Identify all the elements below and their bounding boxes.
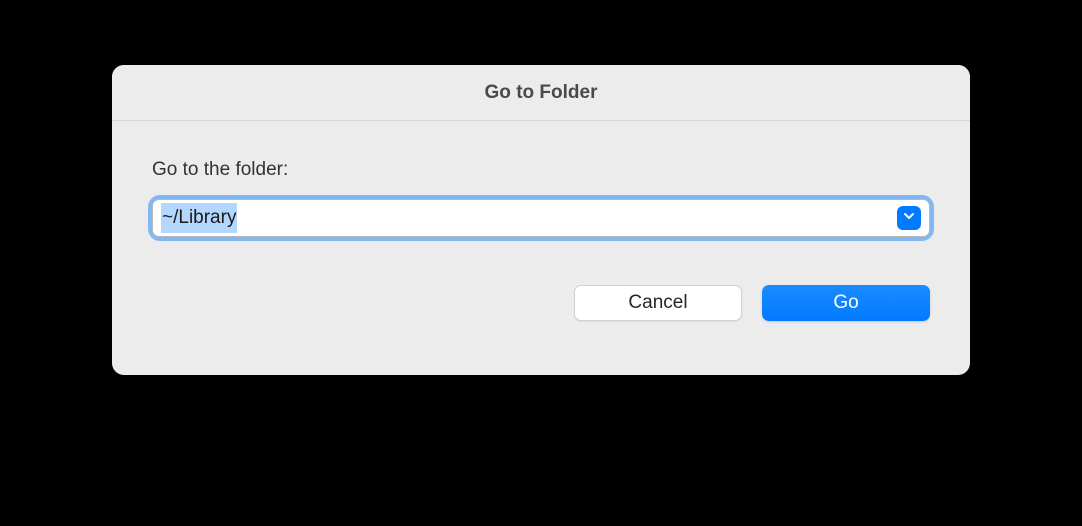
dialog-title: Go to Folder — [485, 82, 598, 104]
button-row: Cancel Go — [152, 285, 930, 321]
go-button[interactable]: Go — [762, 285, 930, 321]
dialog-body: Go to the folder: ~/Library Cancel Go — [112, 121, 970, 375]
dialog-header: Go to Folder — [112, 65, 970, 121]
history-dropdown-button[interactable] — [897, 206, 921, 230]
cancel-button[interactable]: Cancel — [574, 285, 742, 321]
go-to-folder-dialog: Go to Folder Go to the folder: ~/Library… — [112, 65, 970, 375]
path-input[interactable]: ~/Library — [161, 203, 237, 233]
chevron-down-icon — [903, 209, 915, 227]
path-input-focus-ring: ~/Library — [152, 199, 930, 237]
path-input-container[interactable]: ~/Library — [152, 199, 930, 237]
prompt-label: Go to the folder: — [152, 159, 930, 181]
